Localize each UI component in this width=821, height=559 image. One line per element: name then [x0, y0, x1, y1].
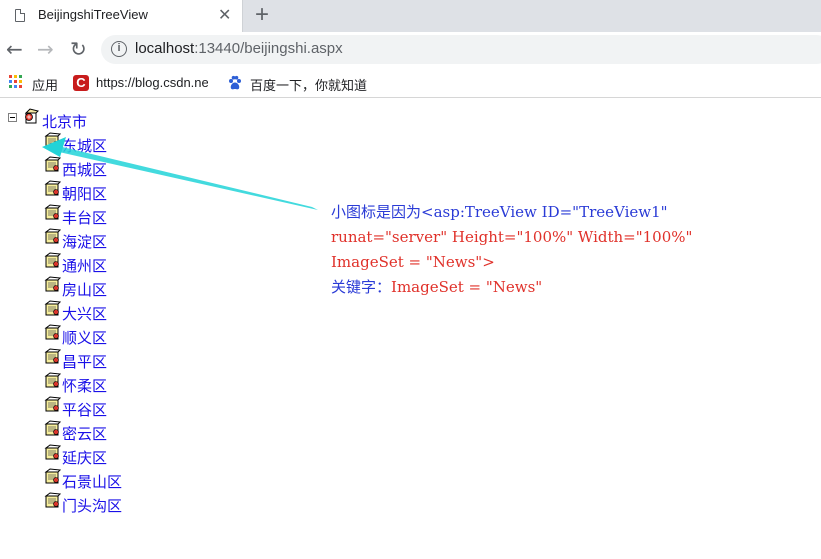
annotation-line2: runat="server" Height="100%" Width="100%… — [331, 228, 693, 246]
browser-tab[interactable]: BeijingshiTreeView ✕ — [0, 0, 243, 32]
csdn-c-icon: C — [73, 75, 89, 91]
annotation-text: 小图标是因为<asp:TreeView ID="TreeView1" runat… — [331, 200, 692, 300]
apps-bookmark[interactable]: 应用 — [32, 75, 58, 94]
info-icon[interactable]: i — [111, 41, 127, 57]
new-tab-icon[interactable]: + — [255, 1, 269, 29]
apps-grid-icon[interactable] — [9, 75, 23, 89]
baidu-paw-icon — [229, 75, 241, 90]
tab-title: BeijingshiTreeView — [38, 7, 148, 22]
annotation-arrow — [42, 137, 318, 210]
annotation-line1-code: <asp:TreeView ID="TreeView1" — [421, 203, 668, 221]
tab-strip: BeijingshiTreeView ✕ + — [0, 0, 821, 32]
annotation-line4-prefix: 关键字： — [331, 278, 392, 296]
bookmarks-bar: 应用 C https://blog.csdn.ne 百度一下，你就知道 — [0, 68, 821, 98]
reload-icon[interactable]: ↻ — [70, 37, 87, 61]
annotation-line1-prefix: 小图标是因为 — [331, 203, 422, 221]
annotation-line3: ImageSet = "News"> — [331, 253, 495, 271]
close-tab-icon[interactable]: ✕ — [218, 5, 231, 25]
back-icon[interactable]: ← — [6, 37, 23, 61]
url-host: localhost — [135, 40, 195, 57]
document-icon — [15, 9, 25, 22]
browser-toolbar: ← → ↻ i localhost:13440/beijingshi.aspx — [0, 32, 821, 68]
url-path: :13440/beijingshi.aspx — [194, 40, 343, 57]
csdn-bookmark[interactable]: https://blog.csdn.ne — [96, 75, 208, 90]
url-text[interactable]: localhost:13440/beijingshi.aspx — [135, 40, 343, 57]
annotation-line4-code: ImageSet = "News" — [391, 278, 543, 296]
page-content: 北京市 东城区 西城区 朝阳区 丰台区 海淀区 通州区 房山区 大兴区 顺义区 昌平区 怀柔区 平谷区… — [0, 99, 821, 559]
baidu-bookmark[interactable]: 百度一下，你就知道 — [250, 75, 367, 94]
address-bar[interactable]: i localhost:13440/beijingshi.aspx — [101, 35, 821, 64]
forward-icon[interactable]: → — [37, 37, 54, 61]
